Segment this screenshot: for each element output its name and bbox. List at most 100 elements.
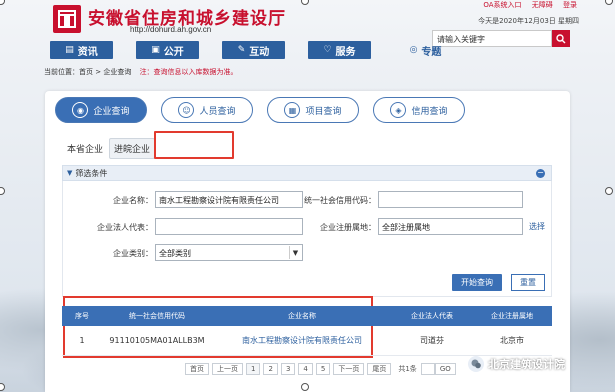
wechat-logo-icon: [468, 356, 484, 372]
filter-header[interactable]: ▼ 筛选条件 −: [62, 165, 552, 181]
credit-code-label: 统一社会信用代码：: [304, 196, 376, 205]
watermark: 北京建筑设计院: [468, 356, 565, 372]
query-tabs: ◉ 企业查询 ☺ 人员查询 ▦ 项目查询 ◈ 信用查询: [55, 97, 479, 123]
table-row: 1 91110105MA01ALLB3M 南水工程勘察设计院有限责任公司 司道芬…: [62, 326, 552, 356]
legal-rep-label: 企业法人代表：: [97, 223, 153, 232]
document-icon: ▤: [65, 45, 74, 55]
nav-label: 资讯: [77, 46, 98, 58]
login-link[interactable]: 登录: [563, 1, 577, 9]
site-url: http://dohurd.ah.gov.cn: [130, 25, 212, 34]
subtab-local-company[interactable]: 本省企业: [67, 142, 103, 155]
table-header: 序号 统一社会信用代码 企业名称 企业法人代表 企业注册属地: [62, 306, 552, 326]
pager-page[interactable]: 5: [315, 363, 331, 375]
cell-index: 1: [79, 336, 85, 345]
reg-place-select-link[interactable]: 选择: [529, 221, 545, 232]
company-subtabs: 本省企业 进皖企业: [67, 138, 161, 159]
nav-label: 公开: [163, 46, 184, 58]
credit-icon: ◈: [390, 102, 407, 118]
start-search-button[interactable]: 开始查询: [452, 274, 502, 291]
tab-project-query[interactable]: ▦ 项目查询: [267, 97, 359, 123]
nav-label: 服务: [335, 46, 356, 58]
nav-item-news[interactable]: ▤ 资讯: [50, 41, 113, 59]
breadcrumb-note: 注：查询信息以入库数据为准。: [139, 68, 238, 76]
tab-label: 信用查询: [411, 106, 448, 117]
category-selected: 全部类别: [159, 249, 191, 258]
nav-item-interact[interactable]: ✎ 互动: [222, 41, 285, 59]
col-header: 统一社会信用代码: [129, 312, 185, 320]
col-header: 企业法人代表: [411, 312, 453, 320]
query-panel: ◉ 企业查询 ☺ 人员查询 ▦ 项目查询 ◈ 信用查询 本省企业 进皖企业 ▼ …: [45, 91, 570, 392]
col-header: 序号: [75, 312, 89, 320]
project-icon: ▦: [284, 102, 301, 118]
resize-handle-right[interactable]: [605, 187, 613, 195]
tab-label: 项目查询: [305, 106, 342, 117]
company-icon: ◉: [72, 102, 89, 118]
filter-form: 企业名称： 南水工程勘察设计院有限责任公司 统一社会信用代码： 企业法人代表： …: [62, 181, 552, 297]
resize-handle-bottom[interactable]: [301, 383, 309, 391]
reg-place-input[interactable]: 全部注册属地: [378, 218, 523, 235]
nav-item-topics[interactable]: ◎ 专题: [394, 41, 457, 59]
cell-credit-code: 91110105MA01ALLB3M: [109, 336, 205, 345]
reset-button[interactable]: 重置: [511, 274, 545, 291]
pager-prev[interactable]: 上一页: [212, 363, 243, 375]
heart-icon: ♡: [323, 45, 332, 55]
pager-page[interactable]: 2: [263, 363, 278, 375]
nav-item-service[interactable]: ♡ 服务: [308, 41, 371, 59]
building-logo-icon: [58, 10, 76, 28]
pager-last[interactable]: 尾页: [367, 363, 392, 375]
tab-person-query[interactable]: ☺ 人员查询: [161, 97, 253, 123]
chevron-down-icon: ▼: [289, 246, 301, 259]
bubble-icon: ◎: [409, 45, 418, 55]
date-text: 今天是2020年12月03日 星期四: [478, 17, 579, 25]
breadcrumb: 当前位置：首页 > 企业查询 注：查询信息以入库数据为准。: [44, 67, 238, 77]
oa-link[interactable]: OA系统入口: [483, 1, 521, 9]
subtab-entered-company[interactable]: 进皖企业: [109, 138, 156, 159]
pager-page[interactable]: 1: [246, 363, 261, 375]
company-name-label: 企业名称：: [113, 196, 153, 205]
tab-company-query[interactable]: ◉ 企业查询: [55, 97, 147, 123]
tab-credit-query[interactable]: ◈ 信用查询: [373, 97, 465, 123]
cell-reg-place: 北京市: [500, 336, 524, 345]
pager-page[interactable]: 4: [298, 363, 313, 375]
site-logo[interactable]: [53, 5, 81, 33]
cell-legal-rep: 司道芬: [420, 336, 444, 345]
legal-rep-input[interactable]: [155, 218, 303, 235]
search-icon: [556, 33, 566, 43]
nav-item-public[interactable]: ▣ 公开: [136, 41, 199, 59]
folder-icon: ▣: [151, 45, 160, 55]
watermark-text: 北京建筑设计院: [488, 358, 565, 371]
top-links: OA系统入口 无障碍 登录: [475, 0, 577, 10]
col-header: 企业注册属地: [491, 312, 533, 320]
col-header: 企业名称: [288, 312, 316, 320]
pager-total: 共1条: [398, 365, 417, 373]
nav-label: 专题: [421, 46, 442, 58]
highlight-box-subtab: [154, 131, 234, 159]
category-select[interactable]: 全部类别 ▼: [155, 244, 303, 261]
reg-place-label: 企业注册属地：: [320, 223, 376, 232]
chat-icon: ✎: [237, 45, 246, 55]
main-nav: ▤ 资讯 ▣ 公开 ✎ 互动 ♡ 服务 ◎ 专题: [50, 41, 480, 59]
collapse-icon[interactable]: −: [536, 169, 545, 178]
pagination: 首页 上一页 1 2 3 4 5 下一页 尾页 共1条 GO: [185, 363, 459, 375]
pager-go-button[interactable]: GO: [434, 363, 456, 375]
tab-label: 企业查询: [93, 106, 130, 117]
breadcrumb-text: 当前位置：首页 > 企业查询: [44, 68, 132, 76]
site-header: 安徽省住房和城乡建设厅 http://dohurd.ah.gov.cn OA系统…: [0, 0, 615, 90]
cell-company-name-link[interactable]: 南水工程勘察设计院有限责任公司: [212, 335, 392, 346]
accessibility-link[interactable]: 无障碍: [532, 1, 553, 9]
company-name-input[interactable]: 南水工程勘察设计院有限责任公司: [155, 191, 303, 208]
filter-triangle-icon: ▼: [67, 169, 73, 177]
tab-label: 人员查询: [199, 106, 236, 117]
person-icon: ☺: [178, 102, 195, 118]
pager-page[interactable]: 3: [280, 363, 296, 375]
resize-handle-left[interactable]: [0, 187, 5, 195]
pager-goto-input[interactable]: [420, 363, 435, 375]
credit-code-input[interactable]: [378, 191, 523, 208]
search-button[interactable]: [552, 30, 570, 47]
pager-next[interactable]: 下一页: [333, 363, 365, 375]
pager-first[interactable]: 首页: [185, 363, 209, 375]
nav-label: 互动: [249, 46, 270, 58]
results-table: 序号 统一社会信用代码 企业名称 企业法人代表 企业注册属地 1 9111010…: [62, 306, 552, 356]
filter-title: 筛选条件: [75, 168, 108, 178]
category-label: 企业类别：: [113, 249, 153, 258]
